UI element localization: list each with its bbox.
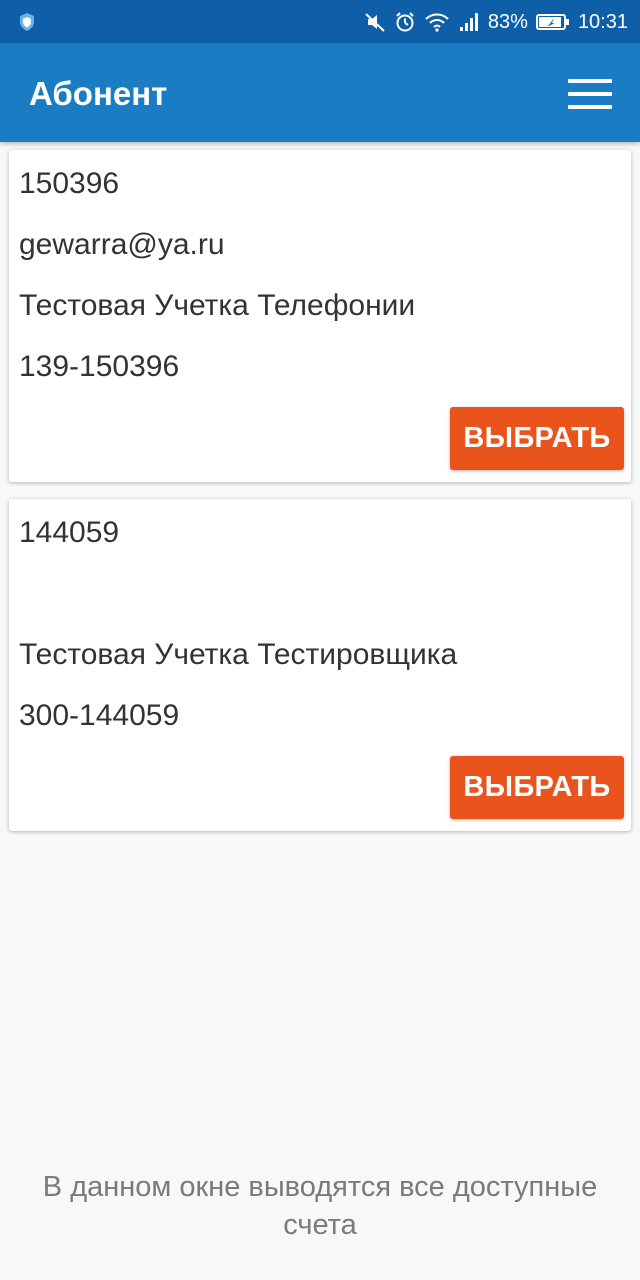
account-code: 300-144059	[19, 699, 180, 732]
account-card: 144059 Тестовая Учетка Тестировщика 300-…	[9, 499, 631, 831]
battery-percent: 83%	[487, 10, 528, 33]
mute-icon	[364, 11, 386, 33]
account-code: 139-150396	[19, 350, 180, 383]
clock: 10:31	[577, 10, 628, 33]
alarm-icon	[394, 11, 416, 33]
account-name: Тестовая Учетка Тестировщика	[19, 638, 458, 671]
app-bar: Абонент	[0, 43, 640, 142]
account-number: 150396	[19, 167, 120, 200]
shield-icon	[18, 12, 36, 32]
select-account-button[interactable]: ВЫБРАТЬ	[450, 407, 624, 470]
account-name: Тестовая Учетка Телефонии	[19, 289, 416, 322]
battery-icon	[535, 13, 570, 31]
wifi-icon	[424, 11, 450, 33]
status-bar: 83% 10:31	[0, 0, 640, 43]
account-card: 150396 gewarra@ya.ru Тестовая Учетка Тел…	[9, 150, 631, 482]
signal-icon	[458, 11, 480, 33]
account-number: 144059	[19, 516, 120, 549]
account-list: 150396 gewarra@ya.ru Тестовая Учетка Тел…	[0, 150, 640, 848]
hamburger-menu-icon[interactable]	[568, 79, 612, 109]
page-title: Абонент	[29, 75, 168, 112]
info-note: В данном окне выводятся все доступные сч…	[42, 1171, 598, 1241]
account-email: gewarra@ya.ru	[19, 228, 225, 261]
select-account-button[interactable]: ВЫБРАТЬ	[450, 756, 624, 819]
